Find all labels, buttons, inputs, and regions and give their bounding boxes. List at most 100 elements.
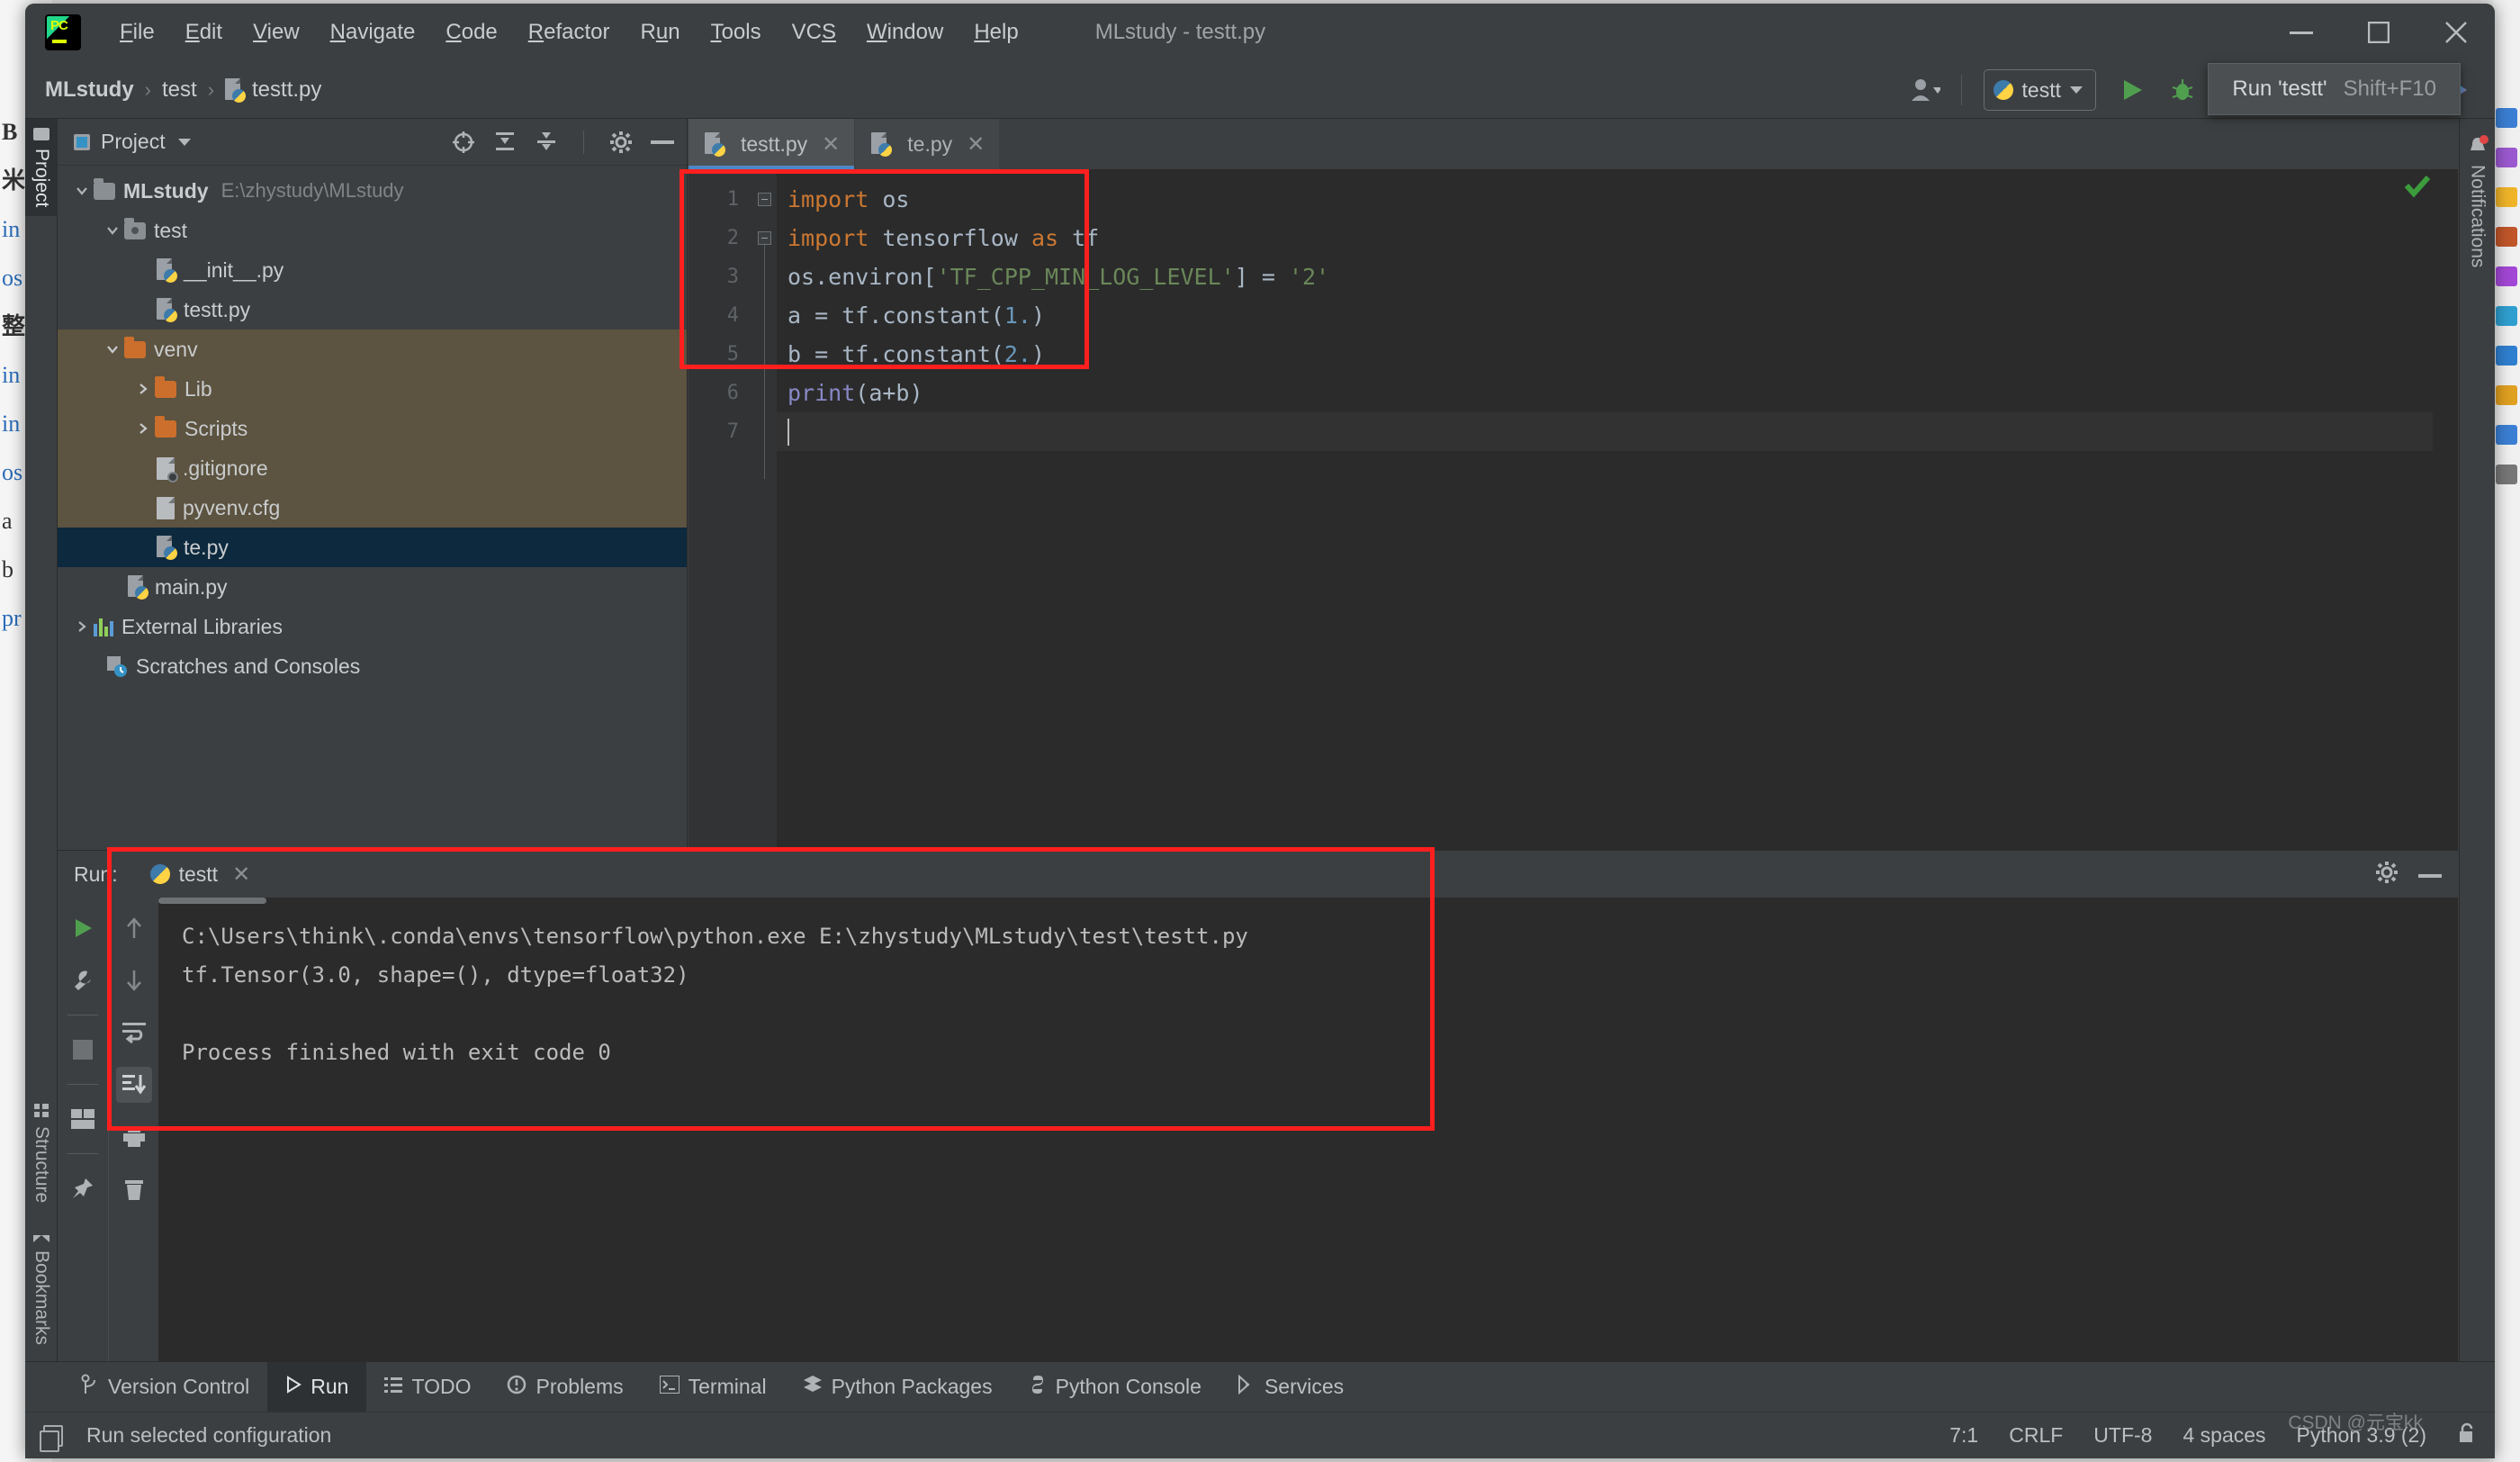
- menu-item-file[interactable]: File: [104, 14, 170, 50]
- rerun-play-icon[interactable]: [65, 910, 101, 946]
- trash-icon[interactable]: [116, 1171, 152, 1207]
- bottom-tab-services[interactable]: Services: [1220, 1362, 1362, 1412]
- fold-marker-icon[interactable]: [758, 231, 771, 245]
- tree-node-lib[interactable]: Lib: [58, 369, 687, 409]
- locate-icon[interactable]: [450, 129, 477, 156]
- sidebar-tab-project[interactable]: Project: [25, 119, 58, 216]
- tree-node-init-py[interactable]: __init__.py: [58, 250, 687, 290]
- hide-icon[interactable]: [2418, 866, 2442, 882]
- tree-node-pyvenv-cfg[interactable]: pyvenv.cfg: [58, 488, 687, 528]
- bottom-tab-problems[interactable]: Problems: [489, 1362, 641, 1412]
- stop-icon[interactable]: [65, 1032, 101, 1068]
- file-encoding[interactable]: UTF-8: [2093, 1423, 2152, 1448]
- console-horizontal-scrollbar[interactable]: [158, 898, 266, 904]
- editor-tab-testt-py[interactable]: testt.py ✕: [688, 119, 855, 169]
- line-separator[interactable]: CRLF: [2009, 1423, 2063, 1448]
- tree-node-scratches-and-consoles[interactable]: Scratches and Consoles: [58, 646, 687, 686]
- settings-gear-icon[interactable]: [2375, 861, 2398, 889]
- chevron-down-icon[interactable]: [70, 184, 94, 198]
- tree-node-gitignore[interactable]: .gitignore: [58, 448, 687, 488]
- run-console-output[interactable]: C:\Users\think\.conda\envs\tensorflow\py…: [158, 898, 2458, 1361]
- bottom-tab-label: Python Console: [1056, 1375, 1202, 1399]
- fold-marker-icon[interactable]: [758, 193, 771, 206]
- chevron-right-icon[interactable]: [131, 421, 155, 436]
- bottom-tab-todo[interactable]: TODO: [366, 1362, 489, 1412]
- wrench-icon[interactable]: [65, 962, 101, 998]
- menu-item-view[interactable]: View: [238, 14, 315, 50]
- sidebar-tab-bookmarks[interactable]: Bookmarks: [25, 1226, 58, 1354]
- tree-node-external-libraries[interactable]: External Libraries: [58, 607, 687, 646]
- tree-node-mlstudy[interactable]: MLstudy E:\zhystudy\MLstudy: [58, 171, 687, 211]
- expand-all-icon[interactable]: [491, 129, 518, 156]
- token-keyword: import: [788, 225, 868, 251]
- unlocked-icon[interactable]: [2457, 1422, 2477, 1449]
- close-icon[interactable]: ✕: [822, 131, 840, 158]
- chevron-down-icon[interactable]: [101, 342, 124, 356]
- hide-icon[interactable]: [649, 129, 676, 156]
- tree-node-test[interactable]: test: [58, 211, 687, 250]
- sidebar-tab-label: Notifications: [2467, 165, 2488, 267]
- chevron-right-icon[interactable]: [131, 382, 155, 396]
- close-icon[interactable]: ✕: [967, 131, 985, 158]
- menu-item-run[interactable]: Run: [626, 14, 696, 50]
- sidebar-tab-structure[interactable]: Structure: [25, 1095, 58, 1212]
- menu-item-help[interactable]: Help: [958, 14, 1033, 50]
- settings-gear-icon[interactable]: [608, 129, 634, 156]
- run-window-header: Run: testt ✕: [58, 851, 2458, 898]
- scroll-to-end-icon[interactable]: [116, 1067, 152, 1103]
- print-icon[interactable]: [116, 1119, 152, 1155]
- breadcrumb-item-file[interactable]: testt.py: [252, 77, 321, 103]
- packages-icon: [803, 1375, 823, 1400]
- sidebar-tab-notifications[interactable]: Notifications: [2462, 131, 2494, 276]
- close-icon[interactable]: ✕: [232, 862, 250, 888]
- bottom-tab-version-control[interactable]: Version Control: [63, 1362, 267, 1412]
- run-button[interactable]: [2109, 68, 2156, 112]
- bottom-tab-python-console[interactable]: Python Console: [1011, 1362, 1220, 1412]
- up-arrow-icon[interactable]: [116, 910, 152, 946]
- down-arrow-icon[interactable]: [116, 962, 152, 998]
- chevron-down-icon[interactable]: [101, 223, 124, 238]
- pin-icon[interactable]: [65, 1170, 101, 1206]
- indent-setting[interactable]: 4 spaces: [2182, 1423, 2265, 1448]
- close-icon[interactable]: [2417, 4, 2495, 61]
- tree-node-main-py[interactable]: main.py: [58, 567, 687, 607]
- minimize-icon[interactable]: [2263, 4, 2340, 61]
- config-file-icon: [157, 497, 175, 519]
- tree-node-testt-py[interactable]: testt.py: [58, 290, 687, 329]
- inspection-ok-check-icon[interactable]: [2404, 175, 2431, 203]
- bottom-tab-terminal[interactable]: Terminal: [642, 1362, 785, 1412]
- bottom-tab-run[interactable]: Run: [267, 1362, 366, 1412]
- run-config-selector[interactable]: testt: [1984, 69, 2096, 111]
- menu-item-tools[interactable]: Tools: [696, 14, 777, 50]
- menu-item-edit[interactable]: Edit: [170, 14, 238, 50]
- debug-button[interactable]: [2159, 68, 2206, 112]
- breadcrumb-item-project[interactable]: MLstudy: [45, 77, 134, 103]
- run-tab-testt[interactable]: testt ✕: [141, 858, 260, 891]
- menu-item-code[interactable]: Code: [430, 14, 512, 50]
- bottom-tab-python-packages[interactable]: Python Packages: [785, 1362, 1011, 1412]
- menu-item-vcs[interactable]: VCS: [777, 14, 851, 50]
- chevron-right-icon[interactable]: [70, 619, 94, 634]
- soft-wrap-icon[interactable]: [116, 1015, 152, 1051]
- tree-node-label: pyvenv.cfg: [183, 496, 280, 520]
- layout-icon[interactable]: [65, 1101, 101, 1137]
- window-title: MLstudy - testt.py: [1095, 20, 1265, 45]
- menu-item-window[interactable]: Window: [851, 14, 958, 50]
- gitignore-file-icon: [157, 457, 175, 480]
- maximize-icon[interactable]: [2340, 4, 2417, 61]
- tree-node-venv[interactable]: venv: [58, 329, 687, 369]
- tree-node-scripts[interactable]: Scripts: [58, 409, 687, 448]
- chevron-down-icon[interactable]: [178, 139, 191, 146]
- breadcrumb-item-folder[interactable]: test: [162, 77, 197, 103]
- user-avatar-button[interactable]: [1902, 68, 1948, 112]
- chevron-down-icon: [2070, 86, 2083, 94]
- editor-tab-te-py[interactable]: te.py ✕: [855, 119, 1000, 169]
- menu-item-navigate[interactable]: Navigate: [315, 14, 431, 50]
- collapse-all-icon[interactable]: [533, 129, 560, 156]
- run-toolbar-primary: [58, 898, 108, 1361]
- bottom-tab-label: TODO: [411, 1375, 471, 1399]
- menu-item-refactor[interactable]: Refactor: [513, 14, 626, 50]
- tree-node-te-py[interactable]: te.py: [58, 528, 687, 567]
- token-plain: ] =: [1235, 264, 1289, 290]
- caret-position[interactable]: 7:1: [1949, 1423, 1978, 1448]
